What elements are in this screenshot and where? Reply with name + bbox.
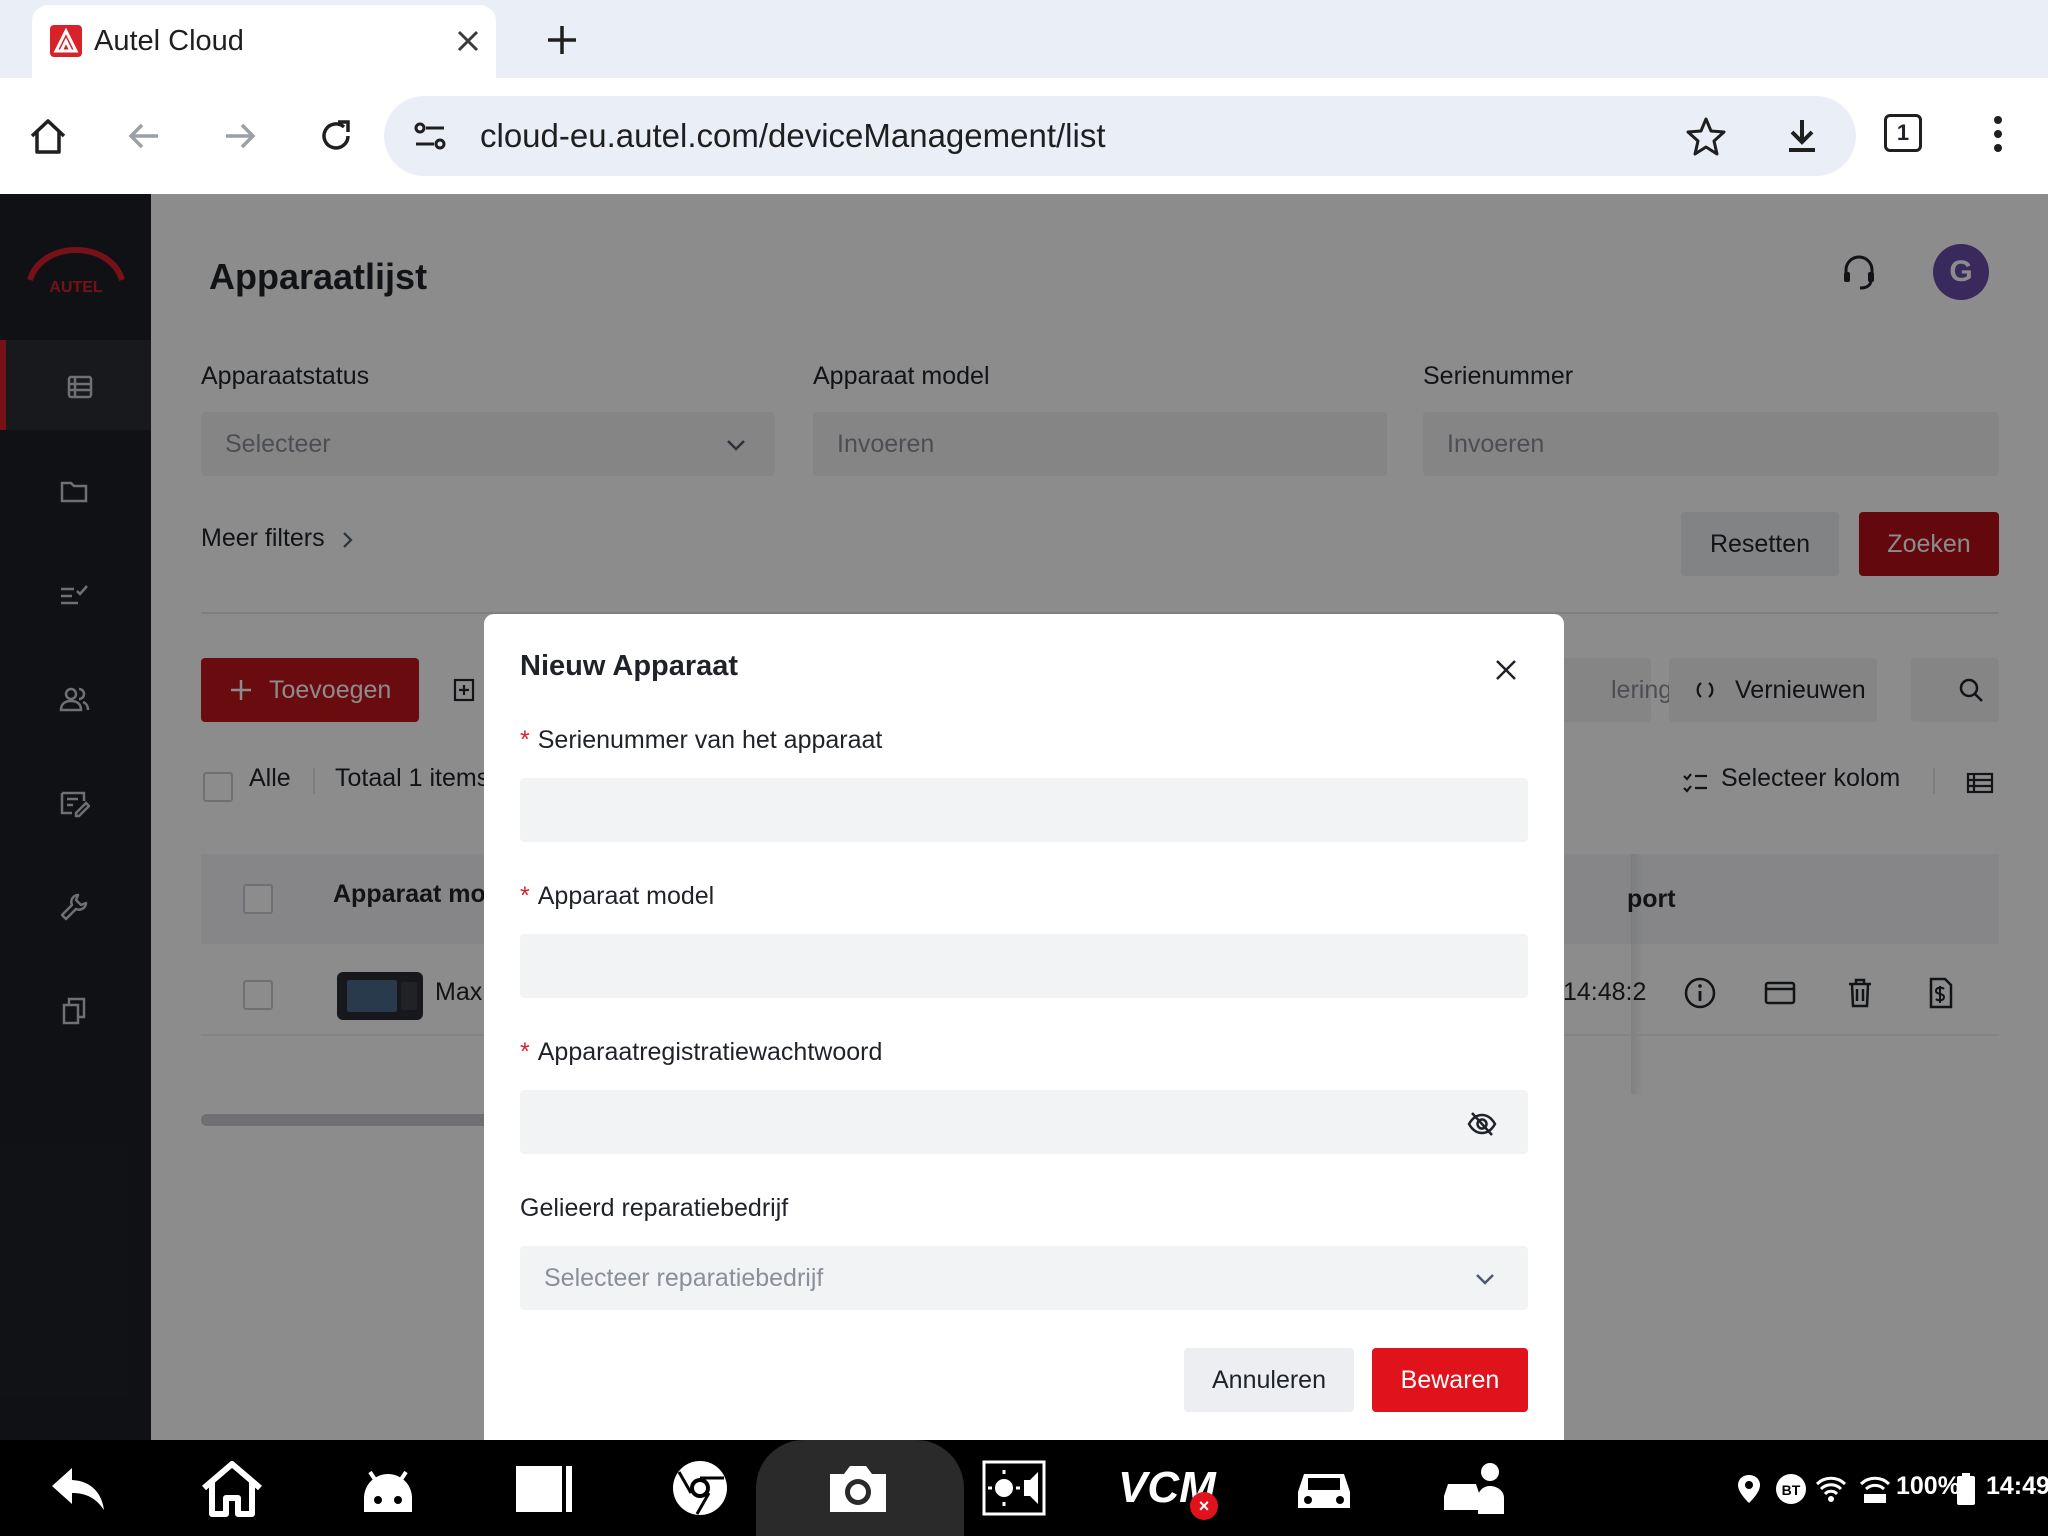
address-bar[interactable]: cloud-eu.autel.com/deviceManagement/list [384,96,1856,176]
workshop-select-placeholder: Selecteer reparatiebedrijf [544,1264,824,1292]
workshop-field-label: Gelieerd reparatiebedrijf [520,1194,789,1222]
model-field-label-text: Apparaat model [537,882,715,910]
bluetooth-icon: BT [1776,1474,1806,1504]
brightness-volume-icon[interactable] [982,1458,1046,1518]
new-tab-plus-icon[interactable] [540,18,584,62]
technician-car-icon[interactable] [1442,1458,1506,1518]
car-icon[interactable] [1292,1458,1356,1518]
browser-tab[interactable]: Autel Cloud [32,5,496,78]
camera-icon[interactable] [826,1458,890,1518]
chevron-down-icon [1476,1274,1494,1285]
download-icon[interactable] [1780,114,1824,158]
back-icon[interactable] [46,1458,110,1518]
password-field-label-text: Apparaatregistratiewachtwoord [537,1038,883,1066]
android-icon[interactable] [356,1458,420,1518]
back-arrow-icon[interactable] [122,114,166,158]
bookmark-star-icon[interactable] [1684,114,1728,158]
wifi-icon [1815,1476,1847,1502]
serial-field-label: * Serienummer van het apparaat [520,726,882,755]
vcm-disconnected-badge: × [1190,1492,1218,1520]
forward-arrow-icon[interactable] [218,114,262,158]
autel-favicon-icon [50,25,82,57]
workshop-select[interactable]: Selecteer reparatiebedrijf [520,1246,1528,1310]
password-field-label: * Apparaatregistratiewachtwoord [520,1038,882,1067]
cancel-button[interactable]: Annuleren [1184,1348,1354,1412]
modal-title: Nieuw Apparaat [520,650,739,682]
url-text[interactable]: cloud-eu.autel.com/deviceManagement/list [480,118,1106,154]
eye-off-icon[interactable] [1466,1108,1498,1140]
close-tab-icon[interactable] [450,23,486,59]
reload-icon[interactable] [314,114,358,158]
new-device-modal: Nieuw Apparaat * Serienummer van het appa… [484,614,1564,1440]
location-icon [1738,1475,1760,1503]
home-nav-icon[interactable] [200,1458,264,1518]
model-field-label: * Apparaat model [520,882,714,911]
clock: 14:49 [1986,1472,2048,1500]
save-button[interactable]: Bewaren [1372,1348,1528,1412]
required-mark: * [520,1038,530,1066]
battery-percentage: 100% [1896,1472,1960,1500]
chrome-icon[interactable] [668,1458,732,1518]
required-mark: * [520,726,530,754]
required-mark: * [520,882,530,910]
vcm-wifi-icon [1859,1476,1891,1503]
serial-input[interactable] [520,778,1528,842]
model-input[interactable] [520,934,1528,998]
more-menu-icon[interactable] [1978,112,2018,156]
tab-switcher-button[interactable]: 1 [1884,114,1922,152]
serial-field-label-text: Serienummer van het apparaat [537,726,883,754]
browser-tab-strip: Autel Cloud [0,0,2048,78]
recent-apps-icon[interactable] [512,1458,576,1518]
browser-toolbar: cloud-eu.autel.com/deviceManagement/list… [0,78,2048,194]
close-icon[interactable] [1490,654,1522,686]
system-navigation-bar: VCM × BT [0,1440,2048,1536]
home-icon[interactable] [26,114,70,158]
tab-title: Autel Cloud [94,25,244,57]
password-input[interactable] [520,1090,1528,1154]
site-settings-icon[interactable] [410,116,450,156]
bluetooth-label: BT [1782,1482,1801,1498]
